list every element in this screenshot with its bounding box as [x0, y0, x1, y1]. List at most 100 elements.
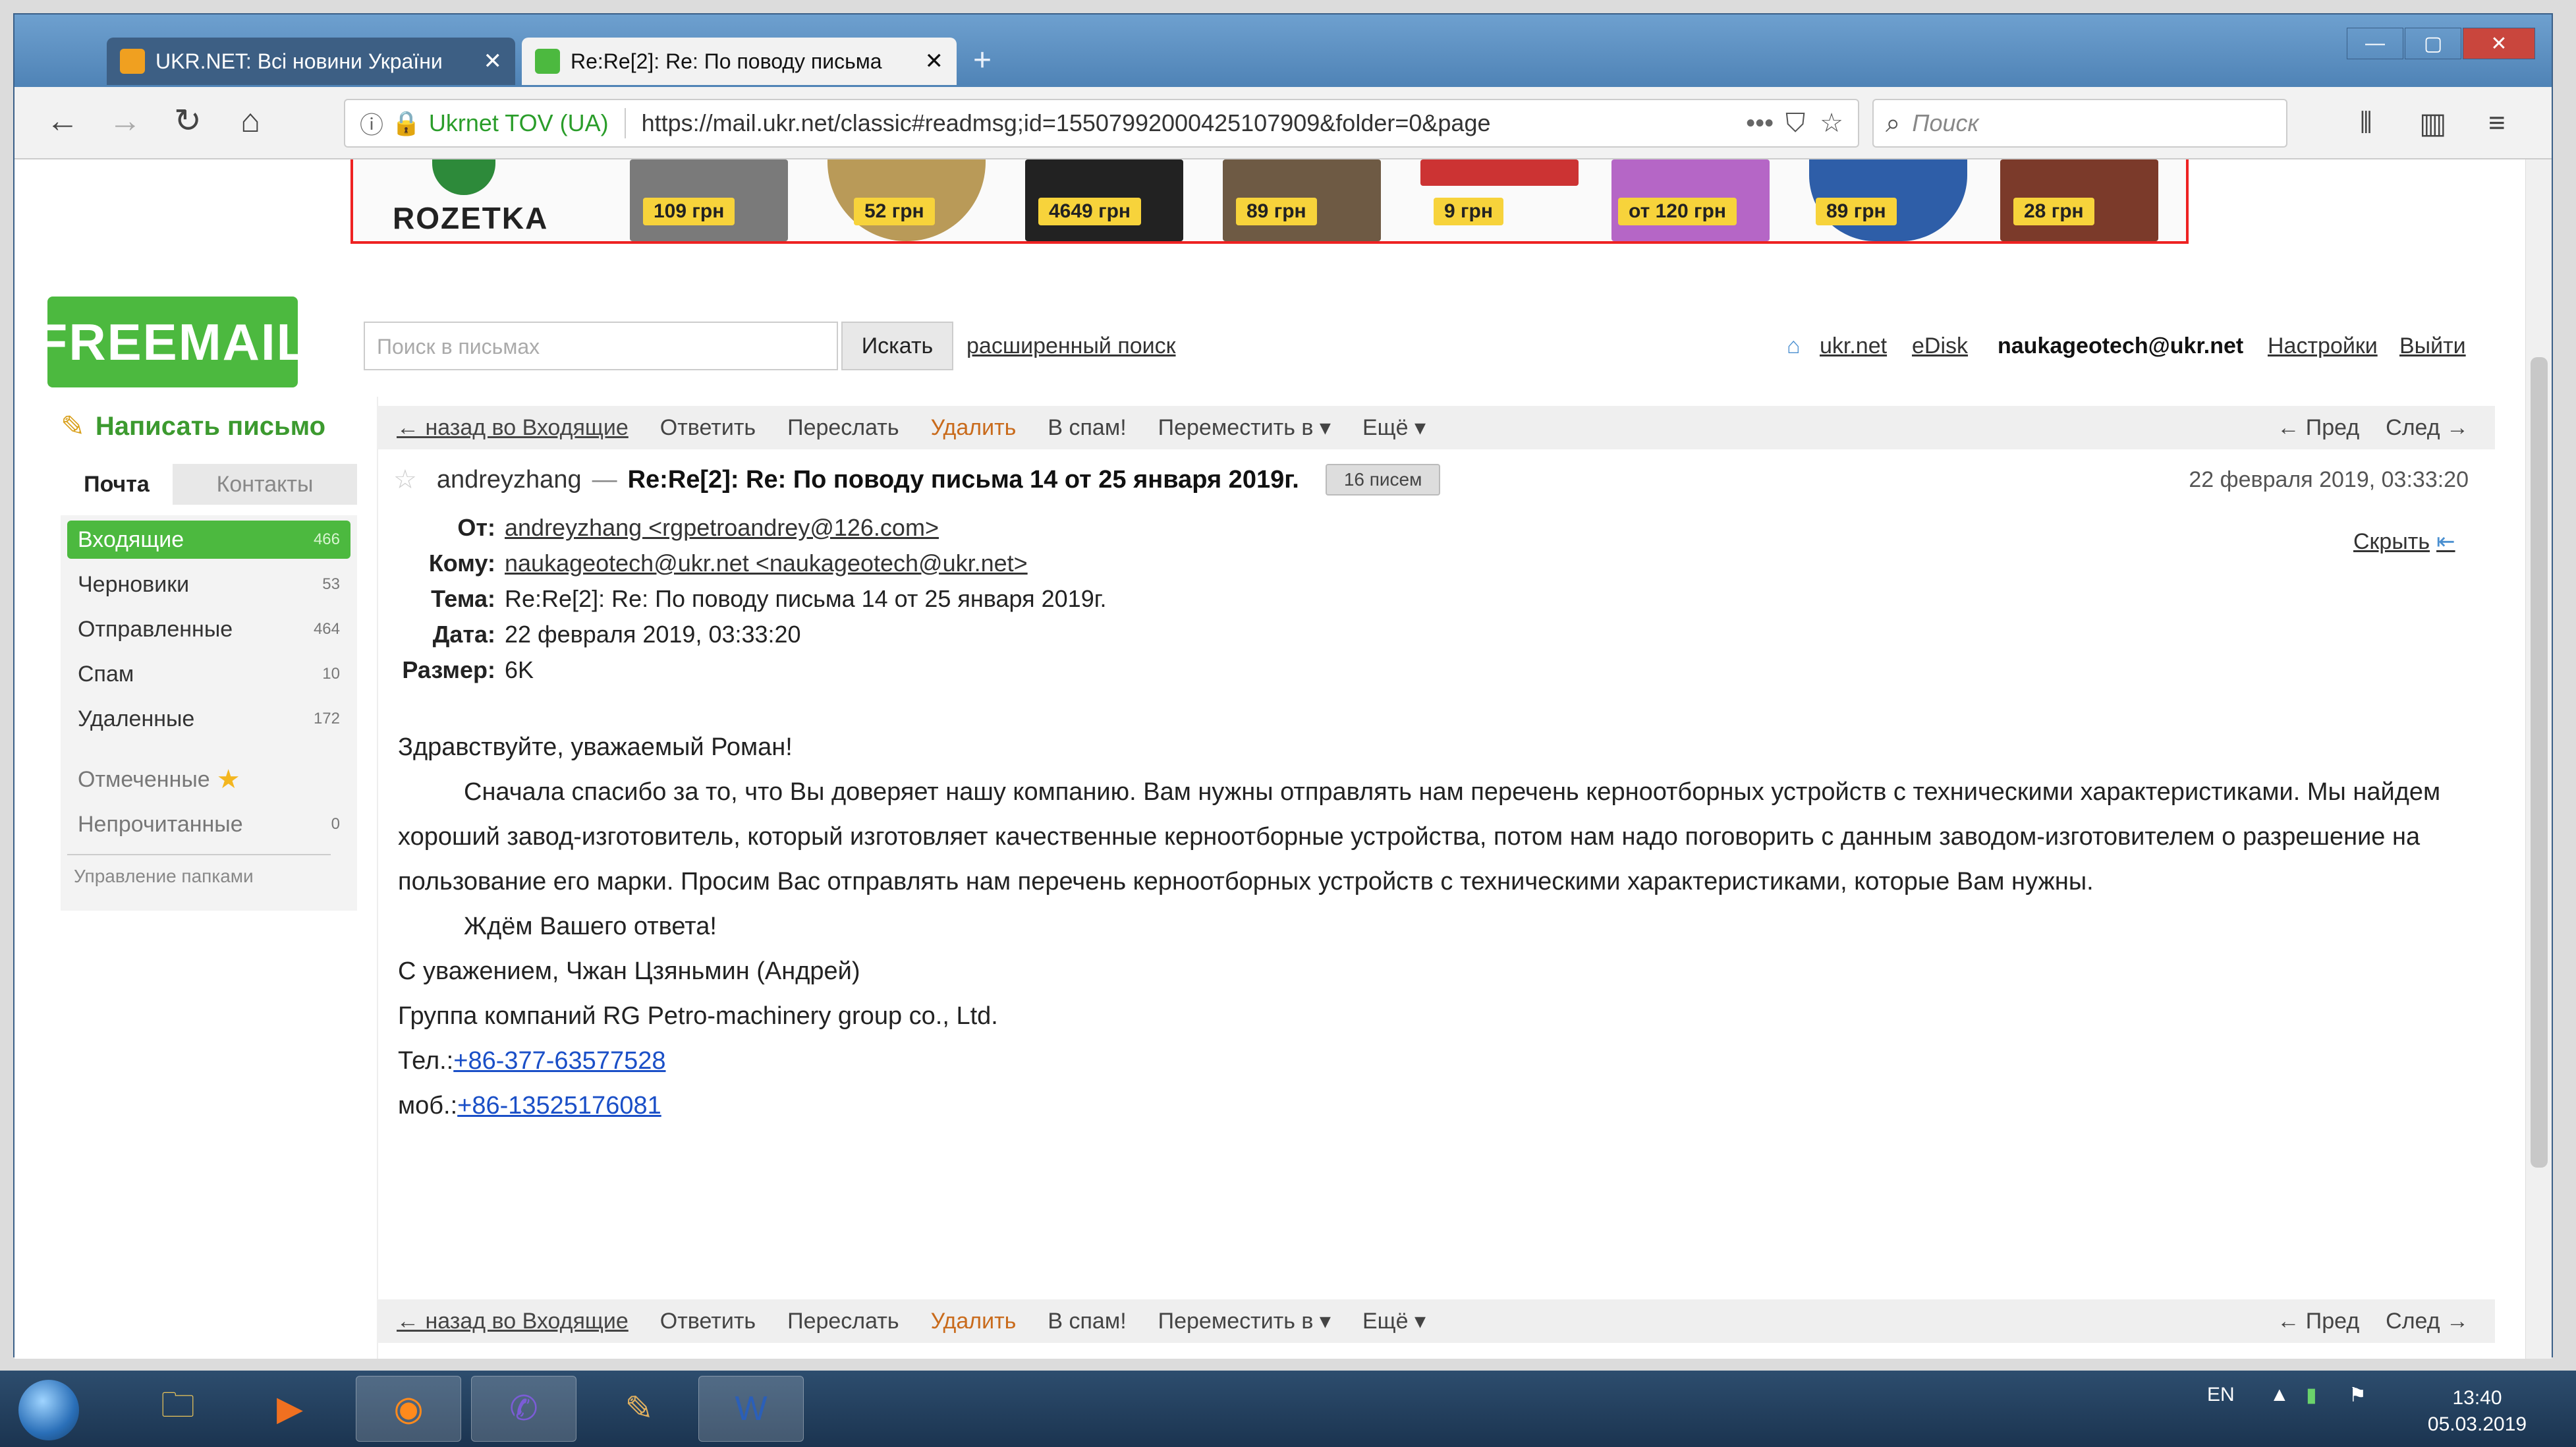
forward-arrow-icon[interactable]: →: [103, 101, 147, 140]
thread-count-badge[interactable]: 16 писем: [1325, 464, 1441, 496]
delete-button[interactable]: Удалить: [931, 415, 1017, 441]
action-center-icon[interactable]: ⚑: [2349, 1384, 2366, 1407]
folder-deleted[interactable]: Удаленные 172: [67, 700, 350, 738]
url-text[interactable]: https://mail.ukr.net/classic#readmsg;id=…: [642, 109, 1735, 137]
manage-folders-link[interactable]: Управление папками: [74, 866, 254, 887]
bookmark-star-icon[interactable]: ☆: [1820, 108, 1843, 138]
price-tag: 28 грн: [2013, 198, 2094, 225]
more-dropdown[interactable]: Ещё ▾: [1362, 1308, 1426, 1334]
spam-button[interactable]: В спам!: [1048, 1309, 1126, 1334]
prev-message-button[interactable]: ← Пред: [2277, 1309, 2359, 1334]
library-icon[interactable]: ⫴: [2360, 107, 2372, 140]
rozetka-logo: ROZETKA: [393, 159, 549, 235]
page-actions-icon[interactable]: •••: [1746, 109, 1774, 138]
compose-button[interactable]: ✎ Написать письмо: [61, 410, 325, 443]
spam-button[interactable]: В спам!: [1048, 415, 1126, 441]
forward-button[interactable]: Переслать: [787, 415, 899, 441]
close-tab-icon[interactable]: ✕: [484, 48, 503, 74]
phone-link[interactable]: +86-377-63577528: [453, 1047, 665, 1075]
price-tag: 89 грн: [1236, 198, 1317, 225]
logout-link[interactable]: Выйти: [2399, 333, 2466, 359]
more-dropdown[interactable]: Ещё ▾: [1362, 414, 1426, 441]
folder-sent[interactable]: Отправленные 464: [67, 610, 350, 648]
advanced-search-link[interactable]: расширенный поиск: [966, 333, 1176, 359]
info-icon[interactable]: ⓘ: [360, 106, 383, 140]
close-tab-icon[interactable]: ✕: [925, 48, 944, 74]
back-arrow-icon[interactable]: ←: [41, 101, 84, 140]
folder-spam[interactable]: Спам 10: [67, 655, 350, 693]
folder-count: 466: [313, 530, 340, 548]
header-from: От: andreyzhang <rgpetroandrey@126.com>: [380, 514, 939, 542]
viber-icon[interactable]: ✆: [471, 1376, 576, 1442]
minimize-button[interactable]: —: [2347, 28, 2403, 59]
word-icon[interactable]: W: [698, 1376, 804, 1442]
mail-search-button[interactable]: Искать: [841, 322, 953, 370]
site-identity[interactable]: Ukrnet TOV (UA): [429, 109, 609, 137]
folder-starred[interactable]: Отмеченные ★: [67, 760, 350, 799]
folder-label: Черновики: [78, 571, 190, 597]
clock-date: 05.03.2019: [2427, 1413, 2527, 1435]
media-player-icon[interactable]: ▶: [237, 1376, 343, 1442]
back-to-inbox-link[interactable]: ← назад во Входящие: [397, 415, 629, 441]
hide-headers-link[interactable]: Скрыть ⇤: [2353, 528, 2455, 555]
firefox-icon[interactable]: ◉: [356, 1376, 461, 1442]
tab-ukrnet-news[interactable]: UKR.NET: Всі новини України ✕: [107, 38, 515, 85]
back-to-inbox-link[interactable]: ← назад во Входящие: [397, 1309, 629, 1334]
reply-button[interactable]: Ответить: [660, 1309, 756, 1334]
scrollbar-thumb[interactable]: [2531, 357, 2548, 1168]
paint-icon[interactable]: ✎: [586, 1376, 692, 1442]
start-button-icon[interactable]: [18, 1380, 79, 1440]
field-label: Кому:: [428, 550, 495, 577]
sidebar-tabs: Почта Контакты: [61, 464, 357, 505]
account-email[interactable]: naukageotech@ukr.net: [1998, 333, 2243, 359]
next-message-button[interactable]: След →: [2386, 415, 2469, 441]
close-window-button[interactable]: ✕: [2463, 28, 2535, 59]
delete-button[interactable]: Удалить: [931, 1309, 1017, 1334]
language-indicator[interactable]: EN: [2207, 1384, 2235, 1406]
settings-link[interactable]: Настройки: [2268, 333, 2378, 359]
next-message-button[interactable]: След →: [2386, 1309, 2469, 1334]
maximize-button[interactable]: ▢: [2405, 28, 2461, 59]
header-to: Кому: naukageotech@ukr.net <naukageotech@…: [380, 550, 1028, 577]
tab-contacts[interactable]: Контакты: [173, 464, 357, 505]
folder-drafts[interactable]: Черновики 53: [67, 565, 350, 604]
network-status-icon[interactable]: ▮: [2306, 1384, 2317, 1407]
reload-icon[interactable]: ↻: [166, 101, 210, 140]
address-bar[interactable]: ⓘ 🔒 Ukrnet TOV (UA) https://mail.ukr.net…: [344, 99, 1859, 148]
from-address[interactable]: andreyzhang <rgpetroandrey@126.com>: [505, 514, 939, 541]
pocket-icon[interactable]: ⛉: [1785, 109, 1805, 138]
page-scrollbar[interactable]: [2525, 159, 2552, 1359]
move-to-dropdown[interactable]: Переместить в ▾: [1158, 1308, 1331, 1334]
mobile-link[interactable]: +86-13525176081: [457, 1092, 661, 1120]
move-to-dropdown[interactable]: Переместить в ▾: [1158, 414, 1331, 441]
desktop: UKR.NET: Всі новини України ✕ Re:Re[2]: …: [0, 0, 2576, 1447]
to-address[interactable]: naukageotech@ukr.net <naukageotech@ukr.n…: [505, 550, 1028, 577]
mobile-line: моб.:+86-13525176081: [398, 1083, 2480, 1128]
star-toggle-icon[interactable]: ☆: [393, 465, 417, 495]
price-tag: 52 грн: [854, 198, 935, 225]
price-tag: 109 грн: [643, 198, 735, 225]
menu-icon[interactable]: ≡: [2488, 107, 2506, 140]
home-icon[interactable]: ⌂: [229, 101, 272, 140]
file-explorer-icon[interactable]: 🗀: [125, 1376, 231, 1442]
home-icon[interactable]: ⌂: [1787, 333, 1801, 359]
tab-mail-message[interactable]: Re:Re[2]: Re: По поводу письма ✕: [522, 38, 957, 85]
ukrnet-link[interactable]: ukr.net: [1820, 333, 1887, 359]
browser-search-field[interactable]: ⌕ Поиск: [1872, 99, 2287, 148]
new-tab-button[interactable]: +: [973, 42, 992, 78]
freemail-logo[interactable]: FREEMAIL: [36, 297, 308, 387]
ad-banner[interactable]: ROZETKA 109 грн 52 грн 4649 грн 89 грн 9…: [350, 159, 2189, 244]
folder-inbox[interactable]: Входящие 466: [67, 521, 350, 559]
forward-button[interactable]: Переслать: [787, 1309, 899, 1334]
show-hidden-icons-icon[interactable]: ▲: [2270, 1384, 2289, 1406]
sender-name[interactable]: andreyzhang: [437, 466, 582, 494]
tab-mail[interactable]: Почта: [61, 464, 173, 505]
mail-search-input[interactable]: Поиск в письмах: [364, 322, 838, 370]
sidebar-icon[interactable]: ▥: [2419, 107, 2447, 140]
subject-value: Re:Re[2]: Re: По поводу письма 14 от 25 …: [505, 585, 1107, 612]
prev-message-button[interactable]: ← Пред: [2277, 415, 2359, 441]
folder-unread[interactable]: Непрочитанные 0: [67, 805, 350, 843]
system-clock[interactable]: 13:40 05.03.2019: [2398, 1385, 2556, 1438]
edisk-link[interactable]: eDisk: [1912, 333, 1968, 359]
reply-button[interactable]: Ответить: [660, 415, 756, 441]
